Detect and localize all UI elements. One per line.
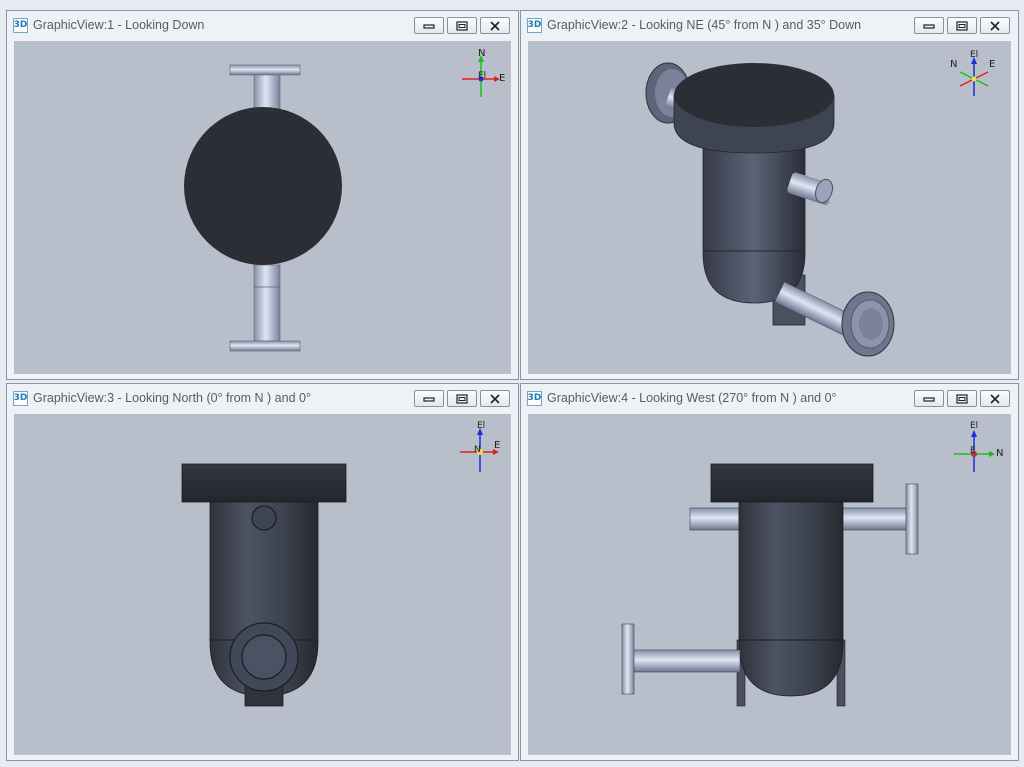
restore-button[interactable] — [447, 17, 477, 34]
triad-east-label: E — [970, 446, 976, 456]
restore-icon — [956, 393, 968, 404]
minimize-button[interactable] — [414, 17, 444, 34]
close-icon — [490, 393, 500, 404]
orientation-triad: El N E — [952, 422, 1006, 474]
graphic-view-3[interactable]: 3D GraphicView:3 - Looking North (0° fro… — [6, 383, 519, 761]
vessel-isometric-view — [645, 62, 895, 357]
graphic-view-1[interactable]: 3D GraphicView:1 - Looking Down N E El — [6, 10, 519, 380]
minimize-button[interactable] — [914, 390, 944, 407]
minimize-icon — [423, 23, 435, 29]
3d-viewport[interactable]: N E El — [14, 41, 511, 374]
window-title: GraphicView:2 - Looking NE (45° from N )… — [547, 18, 862, 32]
triad-north-label: N — [474, 445, 481, 455]
close-button[interactable] — [480, 390, 510, 407]
triad-east-label: E — [494, 440, 501, 451]
window-title: GraphicView:3 - Looking North (0° from N… — [33, 391, 311, 405]
3d-view-icon: 3D — [13, 390, 28, 406]
close-button[interactable] — [980, 17, 1010, 34]
restore-icon — [456, 20, 468, 31]
title-bar[interactable]: 3D GraphicView:1 - Looking Down — [7, 11, 518, 39]
minimize-icon — [923, 23, 935, 29]
3d-viewport[interactable]: El N E — [528, 41, 1011, 374]
title-bar[interactable]: 3D GraphicView:4 - Looking West (270° fr… — [521, 384, 1018, 412]
minimize-icon — [423, 396, 435, 402]
triad-east-label: E — [499, 73, 506, 84]
3d-view-icon: 3D — [527, 390, 542, 406]
minimize-icon — [923, 396, 935, 402]
restore-button[interactable] — [947, 17, 977, 34]
vessel-west-view — [621, 463, 919, 707]
vessel-top-view — [184, 64, 342, 352]
graphic-view-2[interactable]: 3D GraphicView:2 - Looking NE (45° from … — [520, 10, 1019, 380]
triad-east-label: E — [989, 59, 996, 70]
orientation-triad: N E El — [452, 48, 506, 99]
orientation-triad: El N E — [948, 51, 1000, 101]
triad-elevation-label: El — [477, 421, 486, 431]
triad-icon — [462, 55, 500, 97]
close-icon — [490, 20, 500, 31]
3d-viewport[interactable]: El E N — [14, 414, 511, 755]
window-title: GraphicView:4 - Looking West (270° from … — [547, 391, 837, 405]
title-bar[interactable]: 3D GraphicView:2 - Looking NE (45° from … — [521, 11, 1018, 39]
minimize-button[interactable] — [414, 390, 444, 407]
close-icon — [990, 393, 1000, 404]
graphic-view-4[interactable]: 3D GraphicView:4 - Looking West (270° fr… — [520, 383, 1019, 761]
close-button[interactable] — [480, 17, 510, 34]
close-button[interactable] — [980, 390, 1010, 407]
triad-elevation-label: El — [478, 71, 487, 81]
triad-elevation-label: El — [970, 421, 979, 431]
restore-button[interactable] — [447, 390, 477, 407]
triad-elevation-label: El — [970, 50, 979, 60]
triad-north-label: N — [950, 59, 958, 70]
restore-icon — [956, 20, 968, 31]
vessel-north-view — [181, 463, 347, 707]
3d-viewport[interactable]: El N E — [528, 414, 1011, 755]
window-title: GraphicView:1 - Looking Down — [33, 18, 205, 32]
orientation-triad: El E N — [450, 422, 500, 474]
close-icon — [990, 20, 1000, 31]
3d-view-icon: 3D — [527, 17, 542, 33]
triad-north-label: N — [478, 48, 486, 59]
restore-icon — [456, 393, 468, 404]
restore-button[interactable] — [947, 390, 977, 407]
title-bar[interactable]: 3D GraphicView:3 - Looking North (0° fro… — [7, 384, 518, 412]
minimize-button[interactable] — [914, 17, 944, 34]
triad-north-label: N — [996, 448, 1004, 459]
3d-view-icon: 3D — [13, 17, 28, 33]
